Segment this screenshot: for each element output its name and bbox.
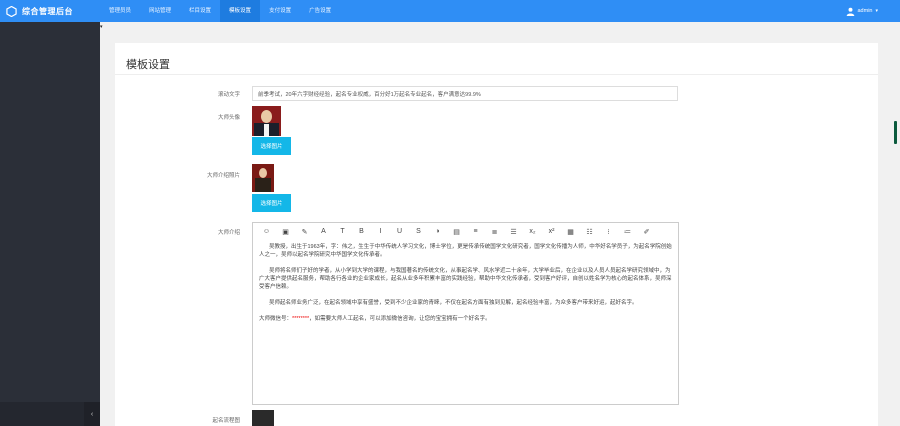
emoji-icon[interactable]: ☺ [257, 228, 276, 235]
title-divider [115, 74, 878, 75]
wechat-prefix: 大师微信号： [259, 316, 293, 322]
logo-icon [6, 5, 17, 17]
scroll-text-label: 滚动文字 [217, 92, 240, 98]
image-icon[interactable]: ▣ [276, 228, 295, 236]
strikethrough-icon[interactable]: S [409, 228, 428, 235]
align-justify-icon[interactable]: ☰ [504, 228, 523, 236]
name-photo-label: 起名流程图 [212, 418, 240, 424]
align-left-icon[interactable]: ▤ [447, 228, 466, 236]
intro-label: 大师介绍 [217, 230, 240, 236]
align-center-icon[interactable]: ≡ [466, 228, 485, 235]
master-photo-label: 大师介绍照片 [206, 173, 240, 179]
editor-content[interactable]: 吴教授，出生于1963年，字：伟之，生生于中华传统人学习文化，博士学位，更是传承… [259, 243, 673, 331]
contrast-icon[interactable]: ◑ [428, 228, 447, 235]
resize-handle-icon[interactable]: ▾ [100, 24, 103, 30]
editor-toolbar: ☺ ▣ ✎ A T B I U S ◑ ▤ ≡ ≣ ☰ x₂ x² ▦ ☷ ⁝ … [253, 223, 678, 240]
scrollbar-thumb[interactable] [894, 121, 897, 144]
master-avatar-label: 大师头像 [217, 115, 240, 121]
top-bar: 综合管理后台 管理员员 网站管理 栏目设置 模板设置 支付设置 广告设置 adm… [0, 0, 900, 22]
master-avatar-image [252, 106, 281, 136]
ordered-list-icon[interactable]: ≔ [618, 228, 637, 236]
nav-item-site[interactable]: 网站管理 [140, 0, 180, 22]
brand[interactable]: 综合管理后台 [0, 0, 100, 22]
list-icon[interactable]: ⁝ [599, 228, 618, 236]
collapse-sidebar-button[interactable]: ‹ [84, 402, 100, 426]
font-size-icon[interactable]: T [333, 228, 352, 235]
edit-icon[interactable]: ✎ [295, 228, 314, 236]
eraser-icon[interactable]: ✐ [637, 228, 656, 236]
user-menu[interactable]: admin ▾ [846, 0, 878, 22]
nav-item-template[interactable]: 模板设置 [220, 0, 261, 22]
italic-icon[interactable]: I [371, 228, 390, 235]
subscript-icon[interactable]: x₂ [523, 228, 542, 235]
underline-icon[interactable]: U [390, 228, 409, 235]
page-title: 模板设置 [126, 59, 170, 71]
sidebar-footer: ‹ [0, 402, 100, 426]
user-name: admin [857, 8, 873, 14]
nav-item-admins[interactable]: 管理员员 [100, 0, 140, 22]
intro-paragraph: 吴师起名师业务广泛，在起名领域中享有盛誉，受到不少企业家的青睐，不仅在起名方面有… [269, 300, 638, 306]
table-icon[interactable]: ▦ [561, 228, 580, 236]
intro-paragraph: 吴师将名师们子好的学者，从小学到大学的课程，与我国著名的传统文化，从事起名学、风… [259, 268, 672, 290]
contact-paragraph: 大师微信号：********，如需要大师人工起名，可以添加微信咨询，让您的宝宝拥… [259, 315, 673, 323]
upload-avatar-button[interactable]: 选择图片 [252, 137, 291, 155]
app-title: 综合管理后台 [22, 6, 73, 16]
superscript-icon[interactable]: x² [542, 228, 561, 235]
master-photo-image [252, 164, 274, 192]
scroll-text-input[interactable] [252, 86, 678, 101]
nav-item-columns[interactable]: 栏目设置 [180, 0, 220, 22]
nav-item-ads[interactable]: 广告设置 [300, 0, 340, 22]
indent-icon[interactable]: ☷ [580, 228, 599, 236]
font-color-icon[interactable]: A [314, 228, 333, 235]
bold-icon[interactable]: B [352, 228, 371, 235]
chevron-left-icon: ‹ [90, 410, 94, 418]
align-right-icon[interactable]: ≣ [485, 228, 504, 236]
top-nav: 管理员员 网站管理 栏目设置 模板设置 支付设置 广告设置 [100, 0, 340, 22]
wechat-id: ******** [292, 316, 310, 322]
sidebar: ‹ [0, 22, 100, 426]
chevron-down-icon: ▾ [875, 8, 878, 14]
intro-paragraph: 吴教授，出生于1963年，字：伟之，生生于中华传统人学习文化，博士学位，更是传承… [259, 244, 672, 258]
scrollbar[interactable] [891, 22, 900, 426]
name-photo-image [252, 410, 274, 426]
rich-text-editor[interactable]: ☺ ▣ ✎ A T B I U S ◑ ▤ ≡ ≣ ☰ x₂ x² ▦ ☷ ⁝ … [252, 222, 679, 405]
user-icon [846, 7, 854, 16]
wechat-suffix: ，如需要大师人工起名，可以添加微信咨询，让您的宝宝拥有一个好名字。 [309, 316, 491, 322]
upload-photo-button[interactable]: 选择图片 [252, 194, 291, 212]
nav-item-payment[interactable]: 支付设置 [260, 0, 300, 22]
